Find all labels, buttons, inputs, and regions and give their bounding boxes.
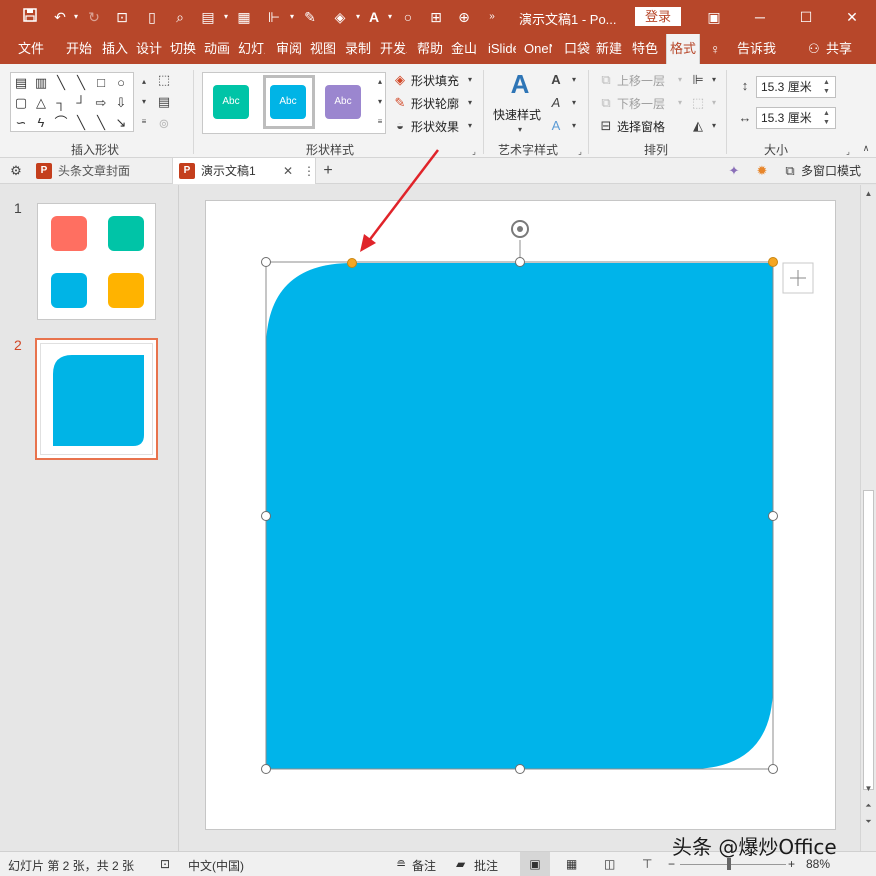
language-label[interactable]: 中文(中国) <box>188 857 244 874</box>
slide-info: 幻灯片 第 2 张，共 2 张 <box>8 859 135 873</box>
next-slide-icon[interactable]: ⏷ <box>861 815 876 829</box>
comments-icon[interactable]: ▰ <box>456 857 465 871</box>
adjust-handle-right[interactable] <box>768 257 778 267</box>
resize-handle-se[interactable] <box>768 764 778 774</box>
comments-button[interactable]: 批注 <box>474 857 498 874</box>
layout-options-icon[interactable] <box>782 262 814 294</box>
adjust-handle-left[interactable] <box>347 258 357 268</box>
spellcheck-icon[interactable]: ⊡ <box>160 857 170 871</box>
normal-view-icon[interactable]: ▣ <box>520 852 550 876</box>
rotate-handle-icon[interactable] <box>511 220 529 238</box>
watermark: 头条 @爆炒Office <box>672 835 837 859</box>
resize-handle-n[interactable] <box>515 257 525 267</box>
resize-handle-s[interactable] <box>515 764 525 774</box>
notes-icon[interactable]: ≘ <box>396 857 406 871</box>
slide-sorter-icon[interactable]: ▦ <box>566 857 577 871</box>
resize-handle-w[interactable] <box>261 511 271 521</box>
slideshow-icon[interactable]: ⊤ <box>642 857 652 871</box>
prev-slide-icon[interactable]: ⏶ <box>861 799 876 813</box>
zoom-slider[interactable] <box>680 864 786 865</box>
selection-overlay <box>265 149 814 770</box>
scroll-down-icon[interactable]: ▼ <box>861 782 876 796</box>
scroll-thumb[interactable] <box>863 490 874 790</box>
resize-handle-sw[interactable] <box>261 764 271 774</box>
rounded-corner-rectangle[interactable] <box>266 263 773 769</box>
vertical-scrollbar[interactable]: ▲ ▼ ⏶ ⏷ <box>860 185 876 851</box>
annotation-arrow <box>367 149 439 243</box>
notes-button[interactable]: 备注 <box>412 857 436 874</box>
reading-view-icon[interactable]: ◫ <box>604 857 615 871</box>
resize-handle-e[interactable] <box>768 511 778 521</box>
scroll-up-icon[interactable]: ▲ <box>861 187 876 201</box>
resize-handle-nw[interactable] <box>261 257 271 267</box>
